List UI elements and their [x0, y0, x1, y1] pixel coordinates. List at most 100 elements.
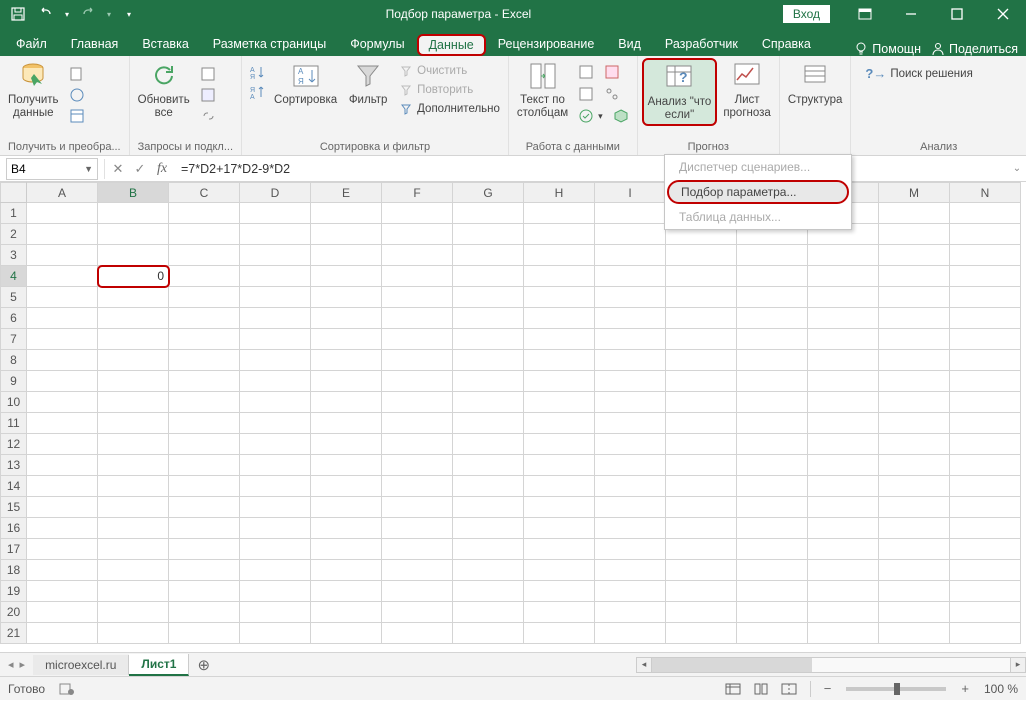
cell-N14[interactable]: [950, 476, 1021, 497]
cell-C3[interactable]: [169, 245, 240, 266]
cell-H18[interactable]: [524, 560, 595, 581]
cell-K4[interactable]: [737, 266, 808, 287]
cell-C7[interactable]: [169, 329, 240, 350]
cell-D4[interactable]: [240, 266, 311, 287]
cell-M15[interactable]: [879, 497, 950, 518]
cell-C19[interactable]: [169, 581, 240, 602]
row-header[interactable]: 4: [1, 266, 27, 287]
normal-view-button[interactable]: [722, 680, 744, 698]
cell-I14[interactable]: [595, 476, 666, 497]
cell-L5[interactable]: [808, 287, 879, 308]
cell-J13[interactable]: [666, 455, 737, 476]
cell-L4[interactable]: [808, 266, 879, 287]
cell-B10[interactable]: [98, 392, 169, 413]
cell-I10[interactable]: [595, 392, 666, 413]
cell-H20[interactable]: [524, 602, 595, 623]
cell-B6[interactable]: [98, 308, 169, 329]
column-header[interactable]: I: [595, 183, 666, 203]
cell-I17[interactable]: [595, 539, 666, 560]
cell-G13[interactable]: [453, 455, 524, 476]
cell-M5[interactable]: [879, 287, 950, 308]
cell-E15[interactable]: [311, 497, 382, 518]
accept-formula-button[interactable]: ✓: [129, 158, 151, 180]
row-header[interactable]: 2: [1, 224, 27, 245]
cell-H8[interactable]: [524, 350, 595, 371]
cell-B11[interactable]: [98, 413, 169, 434]
refresh-all-button[interactable]: Обновить все: [134, 58, 194, 122]
scroll-track[interactable]: [652, 657, 1010, 673]
data-table-item[interactable]: Таблица данных...: [665, 205, 851, 229]
tab-file[interactable]: Файл: [4, 32, 59, 56]
cell-D14[interactable]: [240, 476, 311, 497]
cell-C5[interactable]: [169, 287, 240, 308]
cell-A19[interactable]: [27, 581, 98, 602]
column-header[interactable]: M: [879, 183, 950, 203]
zoom-slider[interactable]: [846, 687, 946, 691]
cell-N2[interactable]: [950, 224, 1021, 245]
cell-A17[interactable]: [27, 539, 98, 560]
cell-D8[interactable]: [240, 350, 311, 371]
cell-L20[interactable]: [808, 602, 879, 623]
qat-customize-icon[interactable]: ▾: [124, 2, 134, 26]
goal-seek-item[interactable]: Подбор параметра...: [667, 180, 849, 204]
cell-J15[interactable]: [666, 497, 737, 518]
cell-E10[interactable]: [311, 392, 382, 413]
close-button[interactable]: [980, 0, 1026, 28]
cell-I21[interactable]: [595, 623, 666, 644]
forecast-sheet-button[interactable]: Лист прогноза: [719, 58, 775, 122]
cell-B9[interactable]: [98, 371, 169, 392]
cell-J3[interactable]: [666, 245, 737, 266]
cell-K13[interactable]: [737, 455, 808, 476]
cell-K21[interactable]: [737, 623, 808, 644]
cell-B15[interactable]: [98, 497, 169, 518]
reapply-filter-button[interactable]: Повторить: [395, 81, 504, 99]
cell-K5[interactable]: [737, 287, 808, 308]
zoom-level[interactable]: 100 %: [984, 682, 1018, 696]
name-box[interactable]: B4 ▼: [6, 158, 98, 180]
cell-F16[interactable]: [382, 518, 453, 539]
cell-L14[interactable]: [808, 476, 879, 497]
cell-D1[interactable]: [240, 203, 311, 224]
cell-D12[interactable]: [240, 434, 311, 455]
cell-N20[interactable]: [950, 602, 1021, 623]
cell-H1[interactable]: [524, 203, 595, 224]
cell-A20[interactable]: [27, 602, 98, 623]
cell-F14[interactable]: [382, 476, 453, 497]
cell-K15[interactable]: [737, 497, 808, 518]
cell-C14[interactable]: [169, 476, 240, 497]
cell-M2[interactable]: [879, 224, 950, 245]
column-header[interactable]: G: [453, 183, 524, 203]
cell-M8[interactable]: [879, 350, 950, 371]
cell-A8[interactable]: [27, 350, 98, 371]
macro-record-button[interactable]: [59, 682, 75, 696]
cell-F4[interactable]: [382, 266, 453, 287]
cell-B16[interactable]: [98, 518, 169, 539]
cell-D11[interactable]: [240, 413, 311, 434]
row-header[interactable]: 12: [1, 434, 27, 455]
cell-G12[interactable]: [453, 434, 524, 455]
cell-J17[interactable]: [666, 539, 737, 560]
cell-E16[interactable]: [311, 518, 382, 539]
cell-F11[interactable]: [382, 413, 453, 434]
cell-F19[interactable]: [382, 581, 453, 602]
from-table-button[interactable]: [65, 106, 89, 126]
cell-I8[interactable]: [595, 350, 666, 371]
spreadsheet-grid[interactable]: ABCDEFGHIJKLMN12340567891011121314151617…: [0, 182, 1026, 652]
cell-E1[interactable]: [311, 203, 382, 224]
cell-I18[interactable]: [595, 560, 666, 581]
cell-G9[interactable]: [453, 371, 524, 392]
cell-G2[interactable]: [453, 224, 524, 245]
cell-N13[interactable]: [950, 455, 1021, 476]
cell-C2[interactable]: [169, 224, 240, 245]
cell-J11[interactable]: [666, 413, 737, 434]
cell-H13[interactable]: [524, 455, 595, 476]
edit-links-button[interactable]: [196, 106, 220, 126]
cell-F8[interactable]: [382, 350, 453, 371]
cell-D5[interactable]: [240, 287, 311, 308]
cell-M11[interactable]: [879, 413, 950, 434]
page-layout-view-button[interactable]: [750, 680, 772, 698]
cell-K17[interactable]: [737, 539, 808, 560]
cell-K3[interactable]: [737, 245, 808, 266]
row-header[interactable]: 9: [1, 371, 27, 392]
column-header[interactable]: D: [240, 183, 311, 203]
